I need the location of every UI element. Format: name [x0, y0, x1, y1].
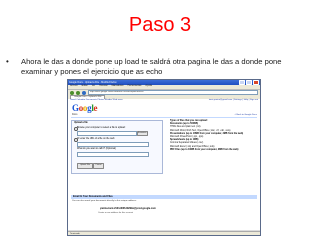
upload-heading: Upload a file	[74, 122, 88, 124]
upload-email-address: yanina.tomi-2134-9006-8bfbfw@prod.google…	[100, 207, 156, 210]
cancel-button[interactable]: Cancel	[93, 163, 104, 169]
menu-item-history[interactable]: Historial	[99, 85, 107, 88]
bullet-text: Ahora le das a donde pone up load te sal…	[21, 57, 282, 76]
name-label: What do you want to call it? (Optional)	[77, 148, 116, 150]
menu-item-bookmarks[interactable]: Marcadores	[111, 85, 123, 88]
web-page: Gmail Calendar Documents Photos Reader W…	[68, 99, 260, 230]
bullet-dot-icon: •	[6, 57, 9, 66]
menu-item-tools[interactable]: Herramientas	[128, 85, 142, 88]
name-input[interactable]	[77, 152, 149, 158]
types-line-pdf: PDF Files (up to 10MB from your computer…	[170, 148, 239, 151]
upload-file-button[interactable]: Upload File	[77, 163, 93, 169]
upload-form: Upload a file Browse your computer to se…	[71, 120, 163, 174]
google-apps-links[interactable]: Gmail Calendar Documents Photos Reader W…	[70, 99, 123, 102]
back-icon[interactable]	[70, 90, 74, 95]
menu-item-edit[interactable]: Editar	[82, 85, 88, 88]
url-input[interactable]	[77, 142, 149, 148]
maximize-icon[interactable]	[246, 80, 252, 86]
minimize-icon[interactable]	[239, 80, 245, 86]
menu-item-view[interactable]: Ver	[92, 85, 95, 88]
browser-screenshot: Google Docs - Upload a File - Mozilla Fi…	[67, 79, 261, 236]
bullet-item: • Ahora le das a donde pone up load te s…	[6, 57, 312, 77]
url-label: Or enter the URL of a file on the web:	[77, 137, 115, 140]
file-types-info: Types of files that you can upload: Docu…	[170, 120, 256, 188]
file-path-input[interactable]	[77, 131, 137, 137]
reload-icon[interactable]	[82, 90, 86, 95]
slide-title: Paso 3	[128, 14, 192, 36]
email-in-heading: Email In Your Documents and Files	[71, 195, 257, 199]
window-title: Google Docs - Upload a File - Mozilla Fi…	[69, 81, 117, 84]
browse-label: Browse your computer to select a file to…	[77, 126, 126, 129]
menu-item-file[interactable]: Archivo	[70, 85, 78, 88]
google-topbar: Gmail Calendar Documents Photos Reader W…	[68, 99, 260, 102]
google-logo: Google	[72, 103, 98, 113]
header-divider	[71, 117, 257, 119]
url-bar[interactable]: http://docs.google.com/DocAction?action=…	[88, 89, 258, 96]
forward-icon[interactable]	[76, 90, 80, 95]
account-links[interactable]: tomi.yanina@gmail.com | Settings | Help …	[209, 99, 258, 102]
email-in-text: You can also email your documents direct…	[72, 200, 137, 202]
window-controls	[239, 80, 259, 86]
menu-item-help[interactable]: Ayuda	[145, 85, 151, 88]
new-address-checkbox[interactable]: Create a new address for this account	[98, 212, 133, 215]
docs-sublogo: Docs	[72, 113, 78, 116]
browser-statusbar: Terminado	[68, 231, 260, 235]
browse-button[interactable]: Examinar...	[137, 130, 148, 137]
close-icon[interactable]	[253, 80, 259, 86]
